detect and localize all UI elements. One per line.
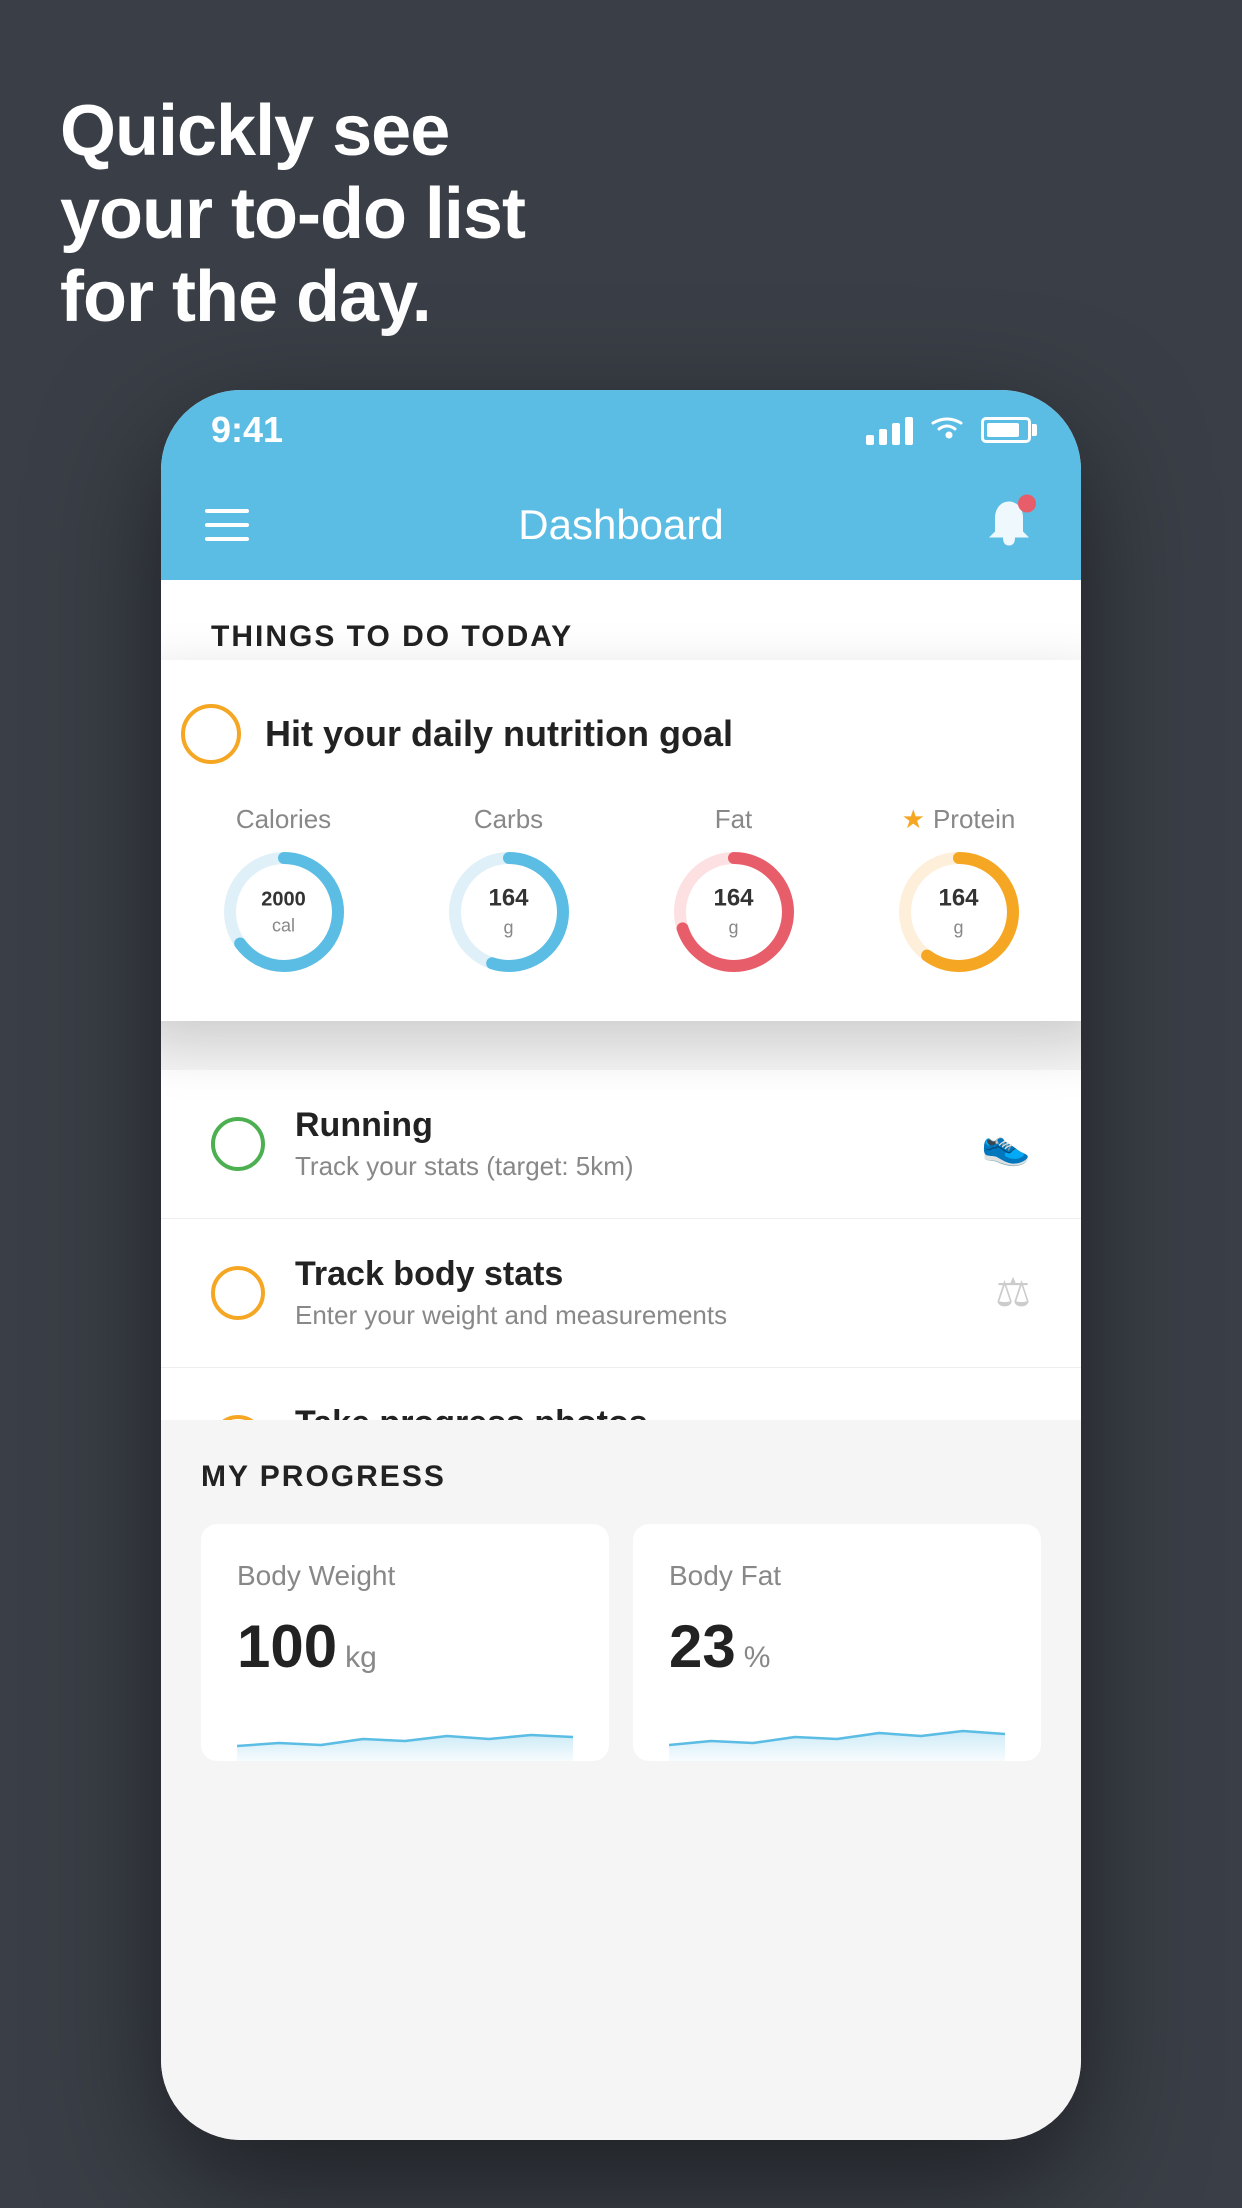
running-circle [211, 1117, 265, 1171]
phone-shell: 9:41 [161, 390, 1081, 2140]
running-subtitle: Track your stats (target: 5km) [295, 1151, 951, 1182]
running-title: Running [295, 1106, 951, 1145]
running-info: Running Track your stats (target: 5km) [295, 1106, 951, 1182]
task-item-body-stats[interactable]: Track body stats Enter your weight and m… [161, 1219, 1081, 1368]
body-stats-icon: ⚖ [995, 1270, 1031, 1316]
donut-calories: 2000 cal [219, 847, 349, 977]
nutrition-label-text: Carbs [474, 804, 543, 835]
nutrition-card[interactable]: Hit your daily nutrition goal Calories 2… [161, 660, 1081, 1021]
donut-value: 2000 cal [261, 886, 306, 939]
hamburger-menu[interactable] [205, 509, 249, 541]
progress-card-body-weight[interactable]: Body Weight 100 kg [201, 1524, 609, 1761]
nutrition-item-calories: Calories 2000 cal [181, 804, 386, 977]
app-header: Dashboard [161, 470, 1081, 580]
nutrition-card-title: Hit your daily nutrition goal [265, 713, 733, 755]
progress-value: 100 kg [237, 1612, 573, 1681]
header-title: Dashboard [518, 501, 723, 549]
body-stats-circle [211, 1266, 265, 1320]
content-area: THINGS TO DO TODAY Hit your daily nutrit… [161, 580, 1081, 2140]
nutrition-grid: Calories 2000 cal Carbs 164 g Fat 164 g … [181, 804, 1061, 977]
body-stats-title: Track body stats [295, 1255, 965, 1294]
nutrition-item-fat: Fat 164 g [631, 804, 836, 977]
donut-carbs: 164 g [444, 847, 574, 977]
running-icon: 👟 [981, 1121, 1031, 1168]
nutrition-label-text: Calories [236, 804, 331, 835]
nutrition-label-text: Fat [715, 804, 753, 835]
status-time: 9:41 [211, 409, 283, 451]
task-item-running[interactable]: Running Track your stats (target: 5km) 👟 [161, 1070, 1081, 1219]
progress-number: 100 [237, 1612, 337, 1681]
donut-value: 164 g [938, 884, 978, 939]
progress-card-title: Body Fat [669, 1560, 1005, 1592]
nutrition-check-circle [181, 704, 241, 764]
status-bar: 9:41 [161, 390, 1081, 470]
signal-icon [866, 415, 913, 445]
progress-cards: Body Weight 100 kg Body Fat 23 % [201, 1524, 1041, 1761]
donut-protein: 164 g [894, 847, 1024, 977]
progress-value: 23 % [669, 1612, 1005, 1681]
card-header: Hit your daily nutrition goal [181, 704, 1061, 764]
wifi-icon [929, 413, 965, 448]
body-stats-subtitle: Enter your weight and measurements [295, 1300, 965, 1331]
progress-number: 23 [669, 1612, 736, 1681]
nutrition-item-protein: ★ Protein 164 g [856, 804, 1061, 977]
donut-value: 164 g [713, 884, 753, 939]
status-icons [866, 413, 1031, 448]
sparkline [237, 1701, 573, 1761]
notification-bell[interactable] [981, 494, 1037, 557]
star-icon: ★ [902, 804, 925, 835]
nutrition-item-carbs: Carbs 164 g [406, 804, 611, 977]
progress-section: MY PROGRESS Body Weight 100 kg Body Fat … [161, 1420, 1081, 1761]
sparkline [669, 1701, 1005, 1761]
progress-unit: kg [345, 1641, 377, 1675]
battery-icon [981, 417, 1031, 443]
progress-unit: % [744, 1641, 771, 1675]
hero-text: Quickly see your to-do list for the day. [60, 90, 525, 338]
progress-card-body-fat[interactable]: Body Fat 23 % [633, 1524, 1041, 1761]
body-stats-info: Track body stats Enter your weight and m… [295, 1255, 965, 1331]
phone-wrapper: 9:41 [161, 390, 1081, 2140]
progress-card-title: Body Weight [237, 1560, 573, 1592]
nutrition-label-text: Protein [933, 804, 1015, 835]
donut-fat: 164 g [669, 847, 799, 977]
progress-section-header: MY PROGRESS [201, 1460, 1041, 1494]
donut-value: 164 g [488, 884, 528, 939]
